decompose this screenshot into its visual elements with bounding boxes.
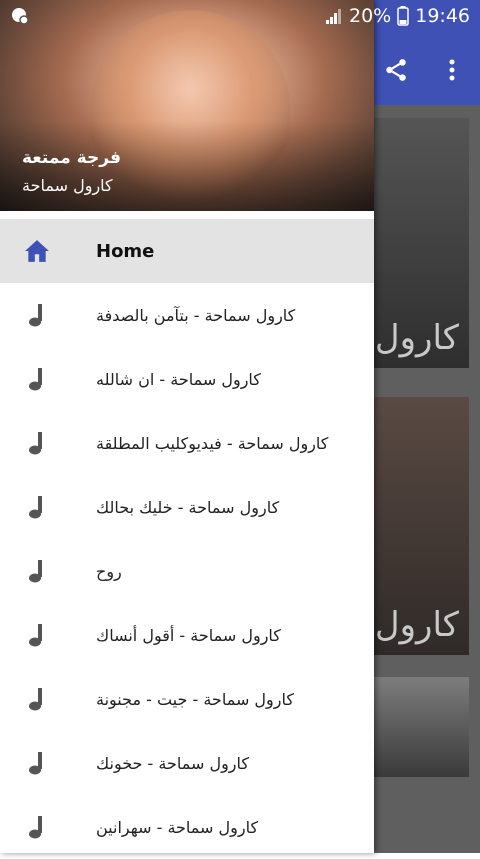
music-note-icon [22,300,52,330]
menu-item-song[interactable]: كارول سماحة - سهرانين [0,795,374,859]
menu-item-label: كارول سماحة - خليك بحالك [96,497,280,517]
signal-icon [326,9,341,24]
battery-percent: 20% [349,5,392,27]
music-note-icon [22,364,52,394]
drawer-menu: Home كارول سماحة - بتآمن بالصدفة كارول س… [0,219,374,859]
menu-item-label: كارول سماحة - ان شالله [96,369,261,389]
share-button[interactable] [368,48,424,92]
menu-item-song[interactable]: كارول سماحة - حخونك [0,731,374,795]
music-note-icon [22,492,52,522]
music-note-icon [22,748,52,778]
battery-icon [397,6,409,26]
home-icon [22,236,52,266]
menu-item-song[interactable]: كارول سماحة - فيديوكليب المطلقة [0,411,374,475]
clock: 19:46 [415,5,470,27]
menu-item-label: Home [96,240,155,262]
card-text: كارول [374,605,459,645]
more-vert-icon [449,59,455,81]
toolbar-actions [368,48,480,92]
menu-item-song[interactable]: روح [0,539,374,603]
menu-item-label: كارول سماحة - أقول أنساك [96,625,281,645]
music-note-icon [22,620,52,650]
menu-item-label: كارول سماحة - فيديوكليب المطلقة [96,433,329,453]
share-icon [386,59,406,81]
drawer-header-subtitle: كارول سماحة [22,176,113,195]
menu-item-label: كارول سماحة - جيت - مجنونة [96,689,294,709]
menu-item-song[interactable]: كارول سماحة - جيت - مجنونة [0,667,374,731]
music-note-icon [22,684,52,714]
menu-item-home[interactable]: Home [0,219,374,283]
menu-item-label: كارول سماحة - بتآمن بالصدفة [96,305,296,325]
notification-icon [12,8,29,25]
music-note-icon [22,812,52,842]
menu-item-song[interactable]: كارول سماحة - بتآمن بالصدفة [0,283,374,347]
menu-item-song[interactable]: كارول سماحة - أقول أنساك [0,603,374,667]
card-text: كارول [374,318,459,358]
music-note-icon [22,428,52,458]
menu-item-song[interactable]: كارول سماحة - خليك بحالك [0,475,374,539]
menu-item-label: كارول سماحة - سهرانين [96,817,259,837]
status-bar: 20% 19:46 [0,0,480,32]
menu-item-label: كارول سماحة - حخونك [96,753,250,773]
navigation-drawer: فرجة ممتعة كارول سماحة Home كارول سماحة … [0,0,374,853]
menu-item-song[interactable]: كارول سماحة - ان شالله [0,347,374,411]
overflow-menu-button[interactable] [424,48,480,92]
drawer-header-title: فرجة ممتعة [22,148,121,168]
menu-item-label: روح [96,561,122,581]
music-note-icon [22,556,52,586]
